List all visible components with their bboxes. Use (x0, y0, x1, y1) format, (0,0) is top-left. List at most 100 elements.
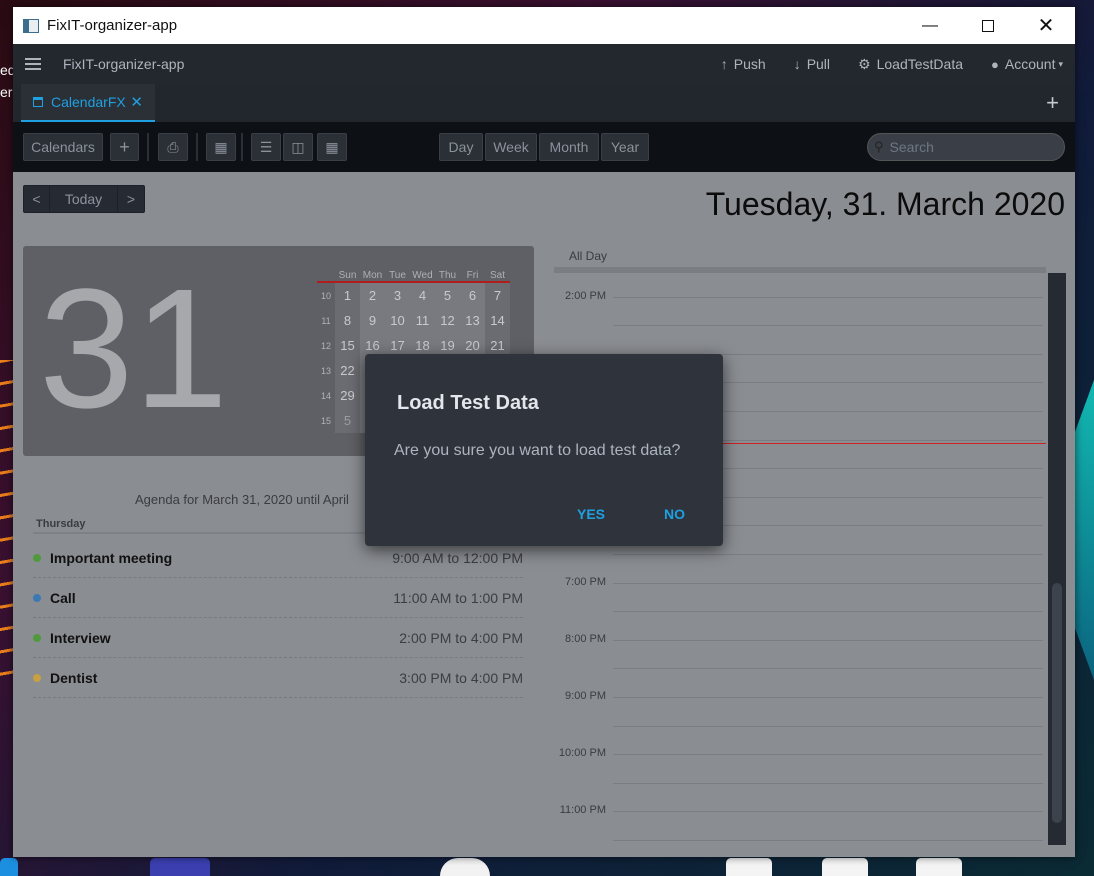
mini-calendar-day[interactable]: 29 (335, 383, 360, 408)
gear-icon: ⚙ (858, 55, 871, 72)
mini-calendar-day[interactable]: 6 (460, 283, 485, 308)
chevron-down-icon: ▾ (1058, 58, 1063, 69)
day-view: All Day 2:00 PM6:00 PM7:00 PM8:00 PM9:00… (554, 245, 1066, 857)
time-gridline (613, 297, 1043, 298)
mini-calendar-day[interactable]: 7 (485, 283, 510, 308)
window-titlebar: FixIT-organizer-app — ✕ (13, 7, 1075, 44)
tab-calendarfx[interactable]: CalendarFX ✕ (21, 84, 155, 122)
week-number: 11 (321, 315, 331, 326)
grid-icon: ▦ (214, 138, 228, 155)
mini-calendar-day[interactable]: 1 (335, 283, 360, 308)
taskbar-icon[interactable] (440, 858, 490, 876)
weekday-header: Wed (412, 270, 433, 281)
view-month-button[interactable]: Month (539, 133, 599, 161)
push-button[interactable]: ↑ Push (721, 56, 766, 72)
calendar-icon: ▦ (325, 138, 339, 155)
add-tab-button[interactable]: + (1046, 90, 1059, 116)
hour-label: 8:00 PM (565, 633, 606, 645)
weekday-header: Fri (466, 270, 479, 281)
add-calendar-button[interactable]: + (110, 133, 139, 161)
today-button[interactable]: Today (50, 186, 118, 212)
maximize-icon (982, 19, 994, 32)
mini-calendar-week: 10 1 2 3 4 5 6 7 (317, 283, 510, 308)
close-window-button[interactable]: ✕ (1017, 7, 1075, 44)
mini-calendar-day[interactable]: 14 (485, 308, 510, 333)
split-view-button[interactable]: ◫ (283, 133, 313, 161)
load-test-data-button[interactable]: ⚙ LoadTestData (858, 56, 963, 73)
menu-icon[interactable] (25, 55, 41, 73)
agenda-entry-time: 2:00 PM to 4:00 PM (399, 629, 523, 646)
mini-calendar-day[interactable]: 15 (335, 333, 360, 358)
close-tab-icon[interactable]: ✕ (130, 93, 143, 111)
window-title: FixIT-organizer-app (47, 17, 178, 34)
mini-calendar-day[interactable]: 2 (360, 283, 385, 308)
weekday-header: Mon (362, 270, 383, 281)
search-input[interactable] (889, 139, 1050, 155)
week-number: 10 (320, 290, 331, 301)
mini-calendar-day[interactable]: 4 (410, 283, 435, 308)
print-button[interactable]: ⎙ (158, 133, 188, 161)
mini-calendar-day[interactable]: 8 (335, 308, 360, 333)
calendars-button[interactable]: Calendars (23, 133, 103, 161)
taskbar-icon[interactable] (726, 858, 772, 876)
columns-icon: ◫ (291, 138, 305, 155)
time-gridline (613, 325, 1043, 326)
mini-calendar-day[interactable]: 13 (460, 308, 485, 333)
mini-calendar-day[interactable]: 12 (435, 308, 460, 333)
mini-calendar-day[interactable]: 3 (385, 283, 410, 308)
mini-calendar-day[interactable]: 10 (385, 308, 410, 333)
view-day-button[interactable]: Day (439, 133, 483, 161)
pull-button[interactable]: ↓ Pull (794, 56, 830, 72)
mini-calendar-day[interactable]: 22 (335, 358, 360, 383)
yes-button[interactable]: YES (577, 506, 605, 522)
list-view-button[interactable]: ☰ (251, 133, 281, 161)
list-icon: ☰ (259, 138, 273, 155)
maximize-button[interactable] (959, 7, 1017, 44)
search-icon: ⚲ (874, 139, 884, 154)
agenda-entry-time: 3:00 PM to 4:00 PM (399, 669, 523, 686)
week-number: 14 (320, 390, 331, 401)
agenda-entry-title: Interview (50, 629, 111, 646)
search-field[interactable]: ⚲ (867, 133, 1065, 161)
view-year-label: Year (610, 139, 640, 155)
time-gridline (613, 640, 1043, 641)
mini-calendar-day[interactable]: 9 (360, 308, 385, 333)
weekday-header: Tue (389, 270, 406, 281)
no-button[interactable]: NO (664, 506, 685, 522)
time-gridline (613, 583, 1043, 584)
next-button[interactable]: > (118, 186, 144, 212)
toolbar-separator (196, 133, 198, 161)
agenda-entry[interactable]: Interview 2:00 PM to 4:00 PM (33, 618, 523, 658)
taskbar-icon[interactable] (150, 858, 210, 876)
taskbar-icon[interactable] (0, 858, 18, 876)
mini-calendar-day[interactable]: 11 (410, 308, 435, 333)
day-view-scrollbar[interactable] (1048, 273, 1066, 845)
minimize-icon: — (922, 16, 938, 34)
calendar-toolbar: Calendars + ⎙ ▦ ☰ ◫ ▦ Day Week Month Yea… (13, 122, 1075, 172)
view-week-button[interactable]: Week (485, 133, 537, 161)
calendars-label: Calendars (31, 139, 95, 155)
desktop-text: er (0, 84, 13, 100)
account-menu-button[interactable]: ● Account ▾ (991, 56, 1063, 72)
push-label: Push (733, 56, 766, 72)
agenda-entry-title: Important meeting (50, 549, 173, 566)
view-year-button[interactable]: Year (601, 133, 649, 161)
taskbar-icon[interactable] (916, 858, 962, 876)
agenda-entry[interactable]: Dentist 3:00 PM to 4:00 PM (33, 658, 523, 698)
minimize-button[interactable]: — (901, 7, 959, 44)
scrollbar-thumb[interactable] (1052, 583, 1062, 823)
grid-view-button[interactable]: ▦ (206, 133, 236, 161)
mini-calendar-weekdays: Sun Mon Tue Wed Thu Fri Sat (335, 270, 510, 281)
mini-calendar-day[interactable]: 5 (435, 283, 460, 308)
hour-label: 10:00 PM (558, 747, 606, 759)
mini-calendar-day[interactable]: 5 (335, 408, 360, 433)
taskbar-icon[interactable] (822, 858, 868, 876)
tab-bar: CalendarFX ✕ + (13, 84, 1075, 122)
print-icon: ⎙ (167, 138, 179, 155)
calendar-view-button[interactable]: ▦ (317, 133, 347, 161)
agenda-entry[interactable]: Call 11:00 AM to 1:00 PM (33, 578, 523, 618)
time-gridline (613, 783, 1043, 784)
time-gridline (613, 726, 1043, 727)
week-number: 12 (320, 340, 331, 351)
previous-button[interactable]: < (24, 186, 50, 212)
